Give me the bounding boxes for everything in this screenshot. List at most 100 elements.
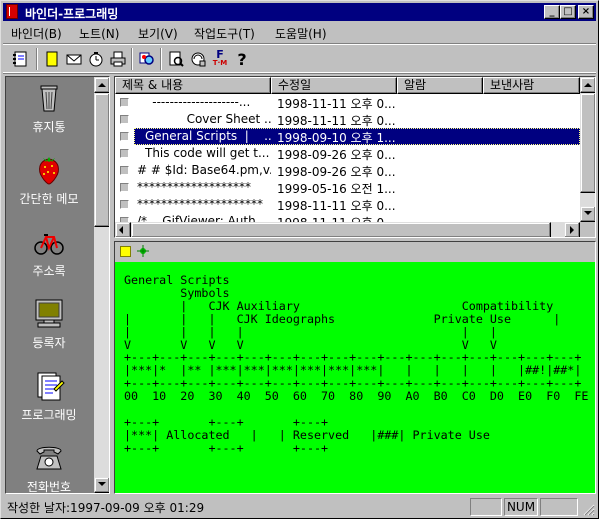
row-checkbox[interactable] [120, 98, 129, 107]
row-title: This code will get t... [145, 146, 270, 160]
sidebar-item-label: 주소록 [32, 264, 66, 278]
menu-binder[interactable]: 바인더(B) [11, 25, 62, 42]
sidebar-item-label: 휴지통 [32, 120, 66, 134]
column-header-sender[interactable]: 보낸사람 [483, 77, 580, 94]
maximize-button[interactable]: □ [560, 5, 576, 19]
list-row[interactable]: This code will get t... 1998-09-26 오후 0.… [115, 145, 580, 162]
preview-toolbar [115, 242, 595, 262]
list-rows: --------------------... 1998-11-11 오후 0.… [115, 94, 580, 222]
note-color-icon[interactable] [120, 246, 131, 257]
list-horizontal-scrollbar[interactable] [115, 222, 580, 237]
note-content-area[interactable]: General Scripts Symbols | CJK Auxiliary … [115, 262, 595, 493]
list-row[interactable]: Cover Sheet ... 1998-11-11 오후 0... [115, 111, 580, 128]
help-icon[interactable]: ? [233, 50, 251, 69]
row-checkbox[interactable] [120, 115, 129, 124]
list-vertical-scrollbar[interactable] [580, 77, 595, 222]
row-title: ******************* [137, 180, 251, 194]
row-date: 1999-05-16 오전 1... [277, 182, 396, 196]
sidebar-item-label: 간단한 메모 [19, 192, 79, 206]
row-checkbox[interactable] [120, 149, 129, 158]
list-row[interactable]: ******************* 1999-05-16 오전 1... [115, 179, 580, 196]
row-date: 1998-11-11 오후 0... [277, 114, 396, 128]
strawberry-icon [32, 153, 66, 187]
toolbar: F T·M ? [3, 43, 596, 73]
sidebar-item-registrant[interactable]: 등록자 [6, 297, 92, 367]
monitor-icon [32, 297, 66, 331]
list-row-selected[interactable]: General Scripts | ... 1998-09-10 오후 1... [115, 128, 580, 145]
sidebar-item-label: 등록자 [32, 336, 66, 350]
encode-icon[interactable] [189, 50, 207, 68]
status-panel [470, 498, 502, 516]
preview-icon[interactable] [167, 50, 185, 68]
column-header-title[interactable]: 제목 & 내용 [115, 77, 271, 94]
resize-grip[interactable] [583, 504, 595, 516]
document-icon [32, 369, 66, 403]
row-checkbox[interactable] [120, 166, 129, 175]
sidebar-item-trash[interactable]: 휴지통 [6, 81, 92, 151]
list-row[interactable]: # # $Id: Base64.pm,v... 1998-09-26 오후 0.… [115, 162, 580, 179]
scroll-up-button[interactable] [94, 77, 109, 93]
scroll-thumb[interactable] [580, 93, 595, 193]
trash-icon [32, 81, 66, 115]
pin-icon[interactable] [137, 245, 149, 257]
menu-bar: 바인더(B) 노트(N) 보기(V) 작업도구(T) 도움말(H) [3, 22, 596, 42]
list-row[interactable]: --------------------... 1998-11-11 오후 0.… [115, 94, 580, 111]
row-title: # # $Id: Base64.pm,v... [137, 163, 271, 177]
scroll-thumb[interactable] [94, 93, 109, 227]
status-bar: 작성한 날자:1997-09-09 오후 01:29 NUM [3, 497, 596, 517]
timer-icon[interactable] [87, 50, 105, 68]
row-date: 1998-11-11 오후 0... [277, 199, 396, 213]
scroll-up-button[interactable] [580, 77, 595, 93]
row-title: Cover Sheet ... [137, 112, 271, 126]
mail-icon[interactable] [65, 50, 83, 68]
scroll-down-button[interactable] [580, 206, 595, 222]
title-bar[interactable]: 바인더-프로그래밍 _ □ × [3, 3, 596, 21]
row-checkbox[interactable] [120, 183, 129, 192]
row-checkbox[interactable] [120, 132, 129, 141]
row-date: 1998-09-26 오후 0... [277, 165, 396, 179]
column-header-alarm[interactable]: 알람 [397, 77, 483, 94]
window-title: 바인더-프로그래밍 [25, 7, 119, 21]
row-title: General Scripts | ... [145, 129, 271, 143]
sidebar-item-programming[interactable]: 프로그래밍 [6, 369, 92, 439]
note-content: General Scripts Symbols | CJK Auxiliary … [124, 273, 589, 455]
menu-tools[interactable]: 작업도구(T) [194, 25, 255, 42]
menu-view[interactable]: 보기(V) [138, 25, 178, 42]
column-header-modified[interactable]: 수정일 [271, 77, 397, 94]
print-icon[interactable] [109, 50, 127, 68]
scroll-down-button[interactable] [94, 477, 109, 493]
row-title: /* GifViewer: Auth... [137, 214, 268, 222]
list-row[interactable]: ********************* 1998-11-11 오후 0... [115, 196, 580, 213]
list-row[interactable]: /* GifViewer: Auth... 1998-11-11 오후 0... [115, 213, 580, 222]
scroll-left-button[interactable] [115, 222, 131, 237]
sidebar-scrollbar[interactable] [94, 77, 109, 493]
menu-help[interactable]: 도움말(H) [275, 25, 327, 42]
row-date: 1998-09-10 오후 1... [277, 131, 396, 145]
bicycle-icon [32, 225, 66, 259]
binder-icon[interactable] [11, 50, 29, 68]
font-icon[interactable]: F T·M [211, 48, 229, 68]
row-title: --------------------... [137, 95, 251, 109]
find-icon[interactable] [138, 50, 156, 68]
row-date: 1998-11-11 오후 0... [277, 97, 396, 111]
sidebar-item-label: 프로그래밍 [21, 408, 77, 422]
binder-sidebar: 휴지통 간단한 메모 주소록 등록자 프로그래밍 전화번호 [5, 76, 110, 494]
minimize-button[interactable]: _ [544, 5, 560, 19]
row-date: 1998-11-11 오후 0... [277, 214, 397, 222]
close-button[interactable]: × [578, 5, 594, 19]
note-preview-pane: General Scripts Symbols | CJK Auxiliary … [114, 241, 596, 494]
scroll-right-button[interactable] [564, 222, 580, 237]
row-title: ********************* [137, 197, 263, 211]
sidebar-item-memo[interactable]: 간단한 메모 [6, 153, 92, 223]
sidebar-item-phonebook[interactable]: 전화번호 [6, 441, 92, 493]
status-panel [540, 498, 578, 516]
row-checkbox[interactable] [120, 200, 129, 209]
sidebar-item-addressbook[interactable]: 주소록 [6, 225, 92, 295]
scroll-thumb[interactable] [131, 222, 551, 237]
binder-app-icon[interactable] [6, 4, 18, 19]
menu-note[interactable]: 노트(N) [79, 25, 119, 42]
telephone-icon [32, 441, 66, 475]
list-header: 제목 & 내용 수정일 알람 보낸사람 [115, 77, 580, 94]
new-note-icon[interactable] [43, 50, 61, 68]
font-letter: F [216, 48, 224, 61]
